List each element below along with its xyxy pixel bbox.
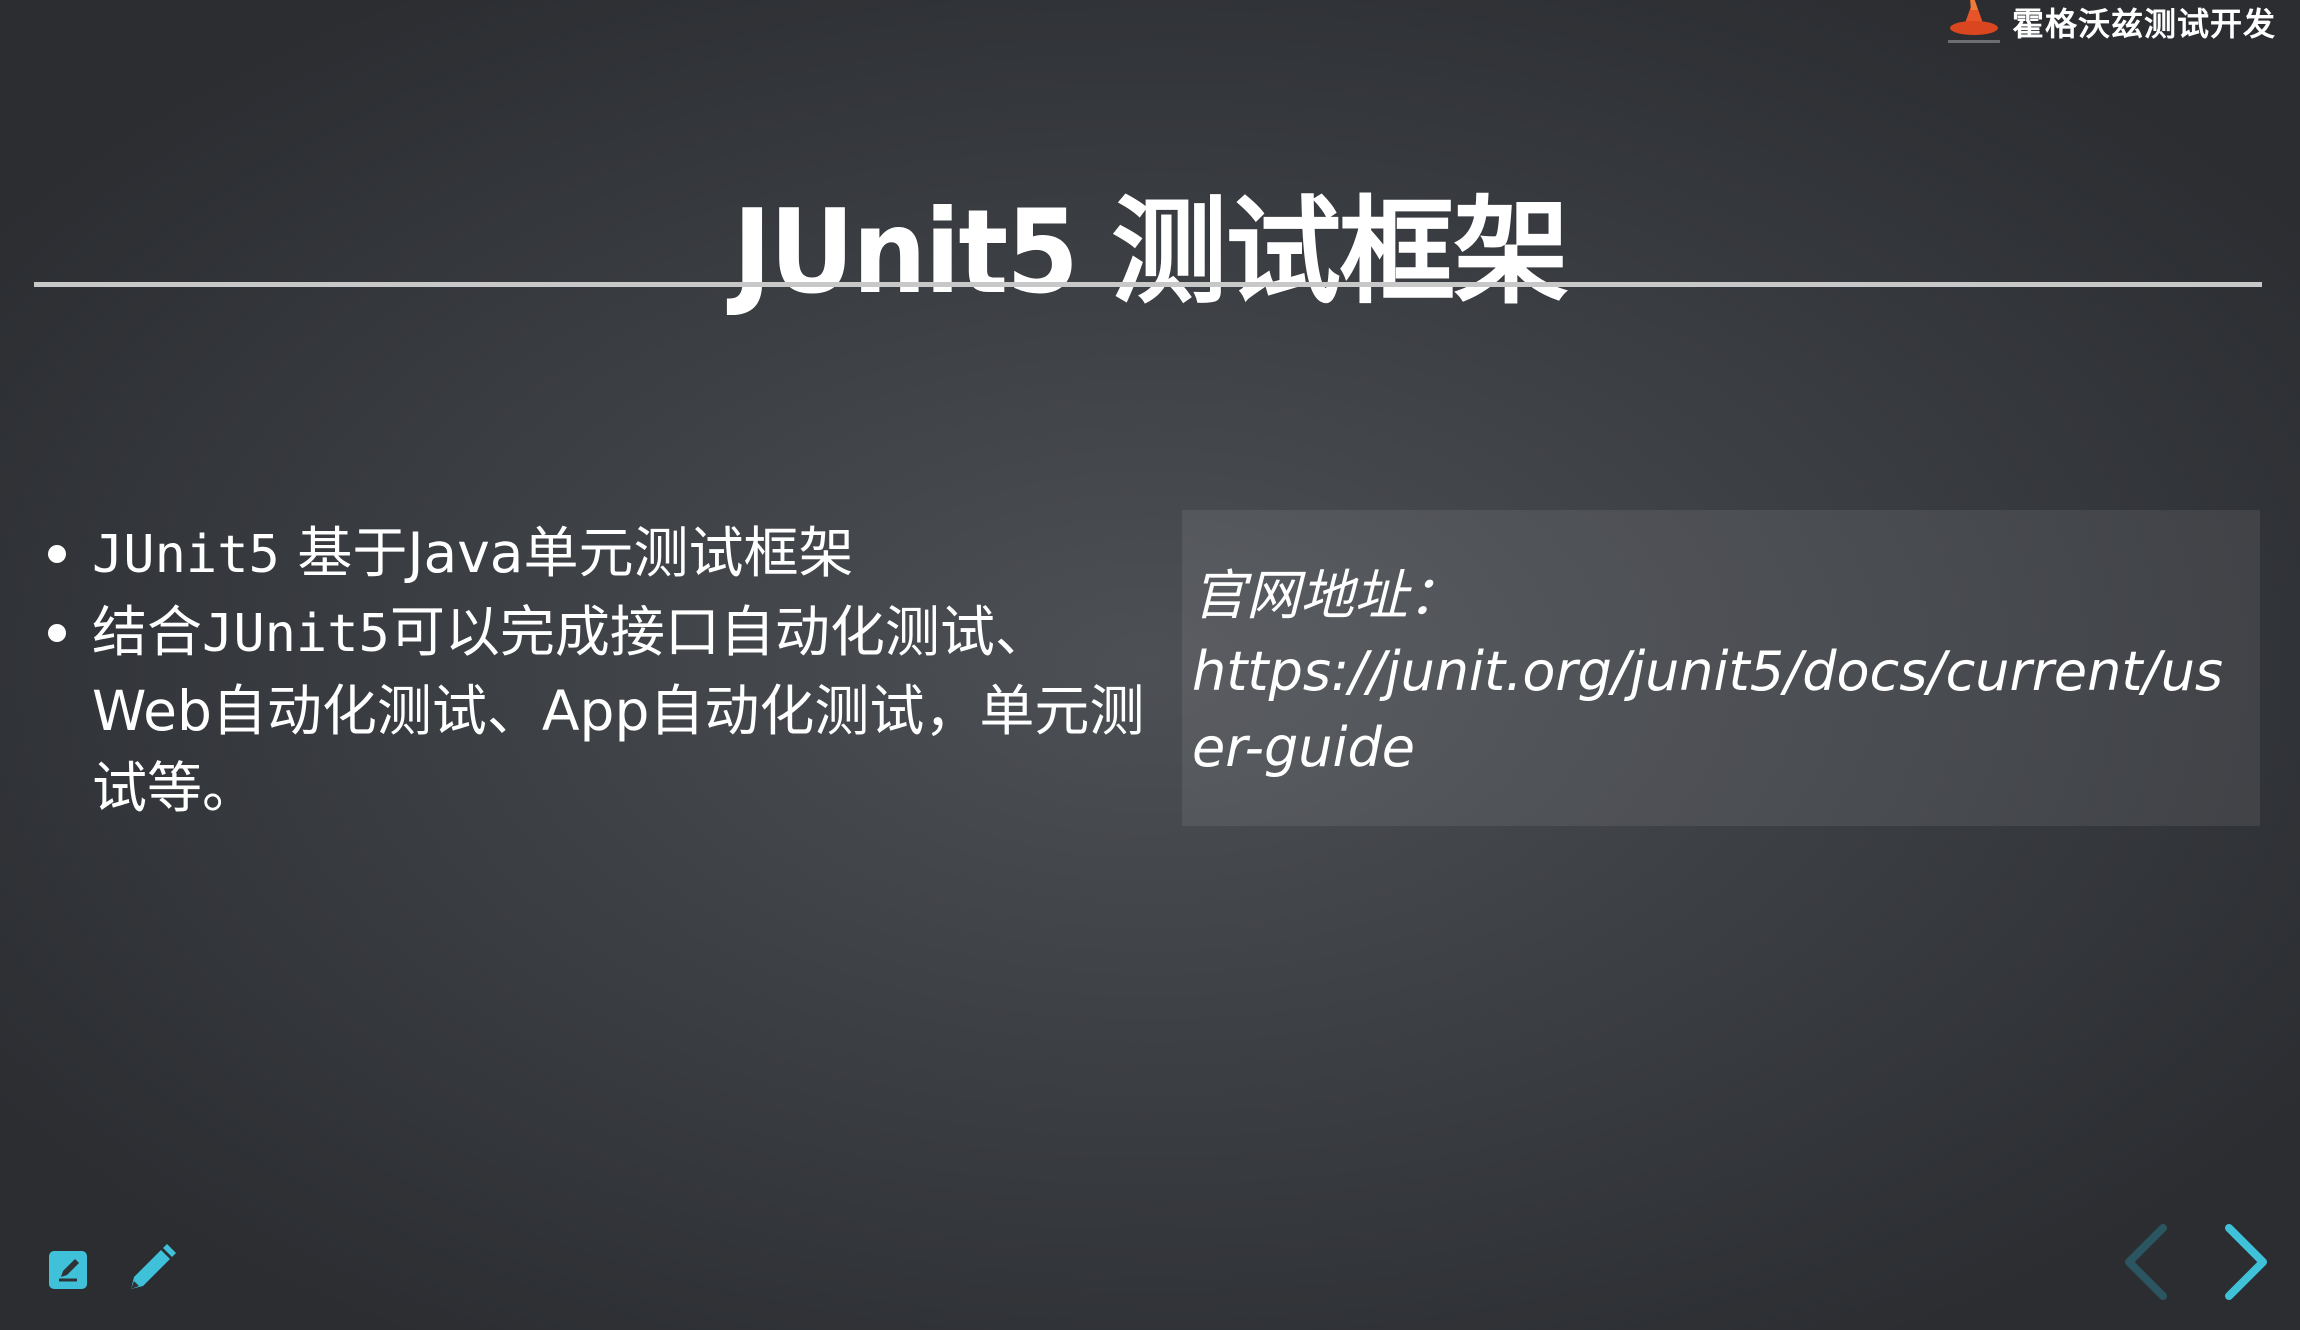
- pencil-icon: [131, 1244, 176, 1289]
- wizard-hat-icon: [1944, 0, 2004, 48]
- official-site-label: 官网地址：: [1192, 564, 1462, 627]
- previous-slide-button[interactable]: [2116, 1224, 2176, 1300]
- annotate-button[interactable]: [124, 1242, 178, 1296]
- bullet-text: 基于Java单元测试框架: [279, 521, 854, 585]
- edit-slide-button[interactable]: [42, 1242, 96, 1296]
- slide-title: JUnit5 测试框架: [732, 184, 1569, 320]
- chevron-left-icon: [2125, 1224, 2167, 1300]
- chevron-right-icon: [2225, 1224, 2267, 1300]
- bullet-dot: [48, 624, 66, 642]
- brand-name: 霍格沃兹测试开发: [2011, 5, 2276, 43]
- title-divider: [34, 282, 2262, 287]
- official-site-box: 官网地址： https://junit.org/junit5/docs/curr…: [1182, 510, 2260, 826]
- bullet-item: JUnit5 基于Java单元测试框架: [44, 515, 1154, 594]
- bullet-dot: [48, 545, 66, 563]
- brand-logo-area: 霍格沃兹测试开发: [1944, 0, 2276, 44]
- bullet-list: JUnit5 基于Java单元测试框架 结合JUnit5可以完成接口自动化测试、…: [44, 515, 1154, 827]
- next-slide-button[interactable]: [2216, 1224, 2276, 1300]
- bullet-item: 结合JUnit5可以完成接口自动化测试、Web自动化测试、App自动化测试，单元…: [44, 594, 1154, 827]
- official-site-url[interactable]: https://junit.org/junit5/docs/current/us…: [1192, 640, 2223, 779]
- code-text: JUnit5: [202, 604, 390, 664]
- code-text: JUnit5: [92, 525, 280, 585]
- edit-box-icon: [49, 1251, 87, 1289]
- bullet-prefix: 结合: [92, 600, 203, 664]
